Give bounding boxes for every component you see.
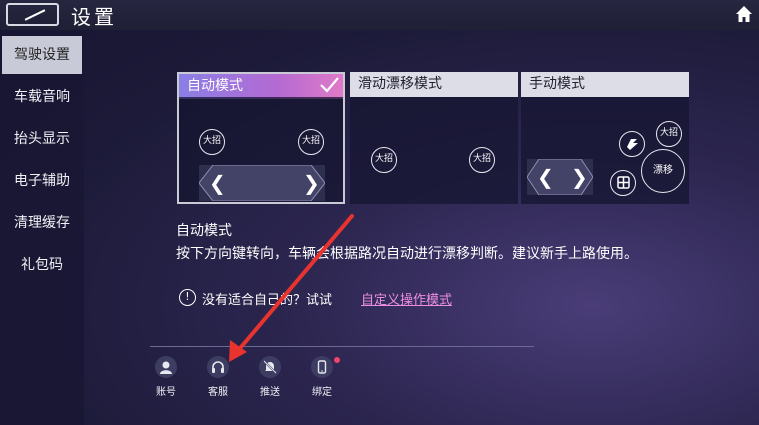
sidebar-item-cache[interactable]: 清理缓存 [2, 204, 82, 242]
mode-card-auto[interactable]: 自动模式 大招 大招 ❮ ❯ [177, 72, 345, 204]
skill-button-right: 大招 [298, 129, 324, 155]
support-label: 客服 [208, 387, 228, 398]
support-button[interactable]: 客服 [201, 356, 235, 398]
chevron-right-icon: ❯ [303, 171, 320, 195]
mode-preview: 大招 大招 ❮ ❯ [179, 97, 343, 202]
info-icon: ! [179, 289, 196, 306]
mode-preview: 大招 大招 [350, 97, 518, 204]
custom-mode-link[interactable]: 自定义操作模式 [361, 289, 452, 308]
divider [150, 346, 534, 347]
bind-label: 绑定 [312, 387, 332, 398]
headset-icon [207, 356, 229, 378]
custom-mode-hint: 没有适合自己的？试试 [202, 293, 333, 308]
brake-icon [610, 170, 636, 196]
skill-button-left: 大招 [371, 147, 397, 173]
home-icon[interactable] [735, 5, 753, 23]
back-button[interactable] [6, 3, 59, 26]
push-label: 推送 [260, 387, 280, 398]
skill-button: 大招 [656, 121, 682, 147]
skill-button-right: 大招 [469, 147, 495, 173]
mode-card-title: 手动模式 [521, 72, 689, 97]
annotation-arrow [229, 214, 354, 362]
mode-description-text: 按下方向键转向，车辆会根据路况自动进行漂移判断。建议新手上路使用。 [176, 246, 638, 262]
mode-card-manual[interactable]: 手动模式 ❮ ❯ 大招 漂移 [521, 72, 689, 204]
skill-button-left: 大招 [199, 129, 225, 155]
chevron-left-icon: ❮ [537, 165, 554, 189]
mode-card-title: 滑动漂移模式 [350, 72, 518, 97]
sidebar-item-hud[interactable]: 抬头显示 [2, 120, 82, 158]
account-label: 账号 [156, 387, 176, 398]
chevron-right-icon: ❯ [571, 165, 588, 189]
sidebar: 驾驶设置 车载音响 抬头显示 电子辅助 清理缓存 礼包码 [0, 34, 84, 425]
sidebar-item-assist[interactable]: 电子辅助 [2, 162, 82, 200]
direction-pad: ❮ ❯ [199, 165, 325, 201]
push-button[interactable]: 推送 [253, 356, 287, 398]
nitro-icon [619, 131, 645, 157]
top-bar: 设置 [0, 0, 759, 30]
account-icon [155, 356, 177, 378]
mode-description-title: 自动模式 [176, 223, 232, 239]
chevron-left-icon: ❮ [209, 171, 226, 195]
sidebar-item-audio[interactable]: 车载音响 [2, 78, 82, 116]
bind-button[interactable]: 绑定 [305, 356, 339, 398]
mode-preview: ❮ ❯ 大招 漂移 [521, 97, 689, 204]
page-title: 设置 [71, 5, 117, 29]
check-icon [320, 77, 339, 93]
drift-label: 漂移 [653, 165, 673, 176]
phone-icon [311, 356, 333, 378]
sidebar-item-driving[interactable]: 驾驶设置 [2, 36, 82, 74]
bell-muted-icon [259, 356, 281, 378]
mode-card-slide[interactable]: 滑动漂移模式 大招 大招 [350, 72, 518, 204]
account-button[interactable]: 账号 [149, 356, 183, 398]
notification-badge [334, 357, 340, 363]
direction-pad: ❮ ❯ [527, 159, 593, 195]
sidebar-item-giftcode[interactable]: 礼包码 [2, 246, 82, 284]
